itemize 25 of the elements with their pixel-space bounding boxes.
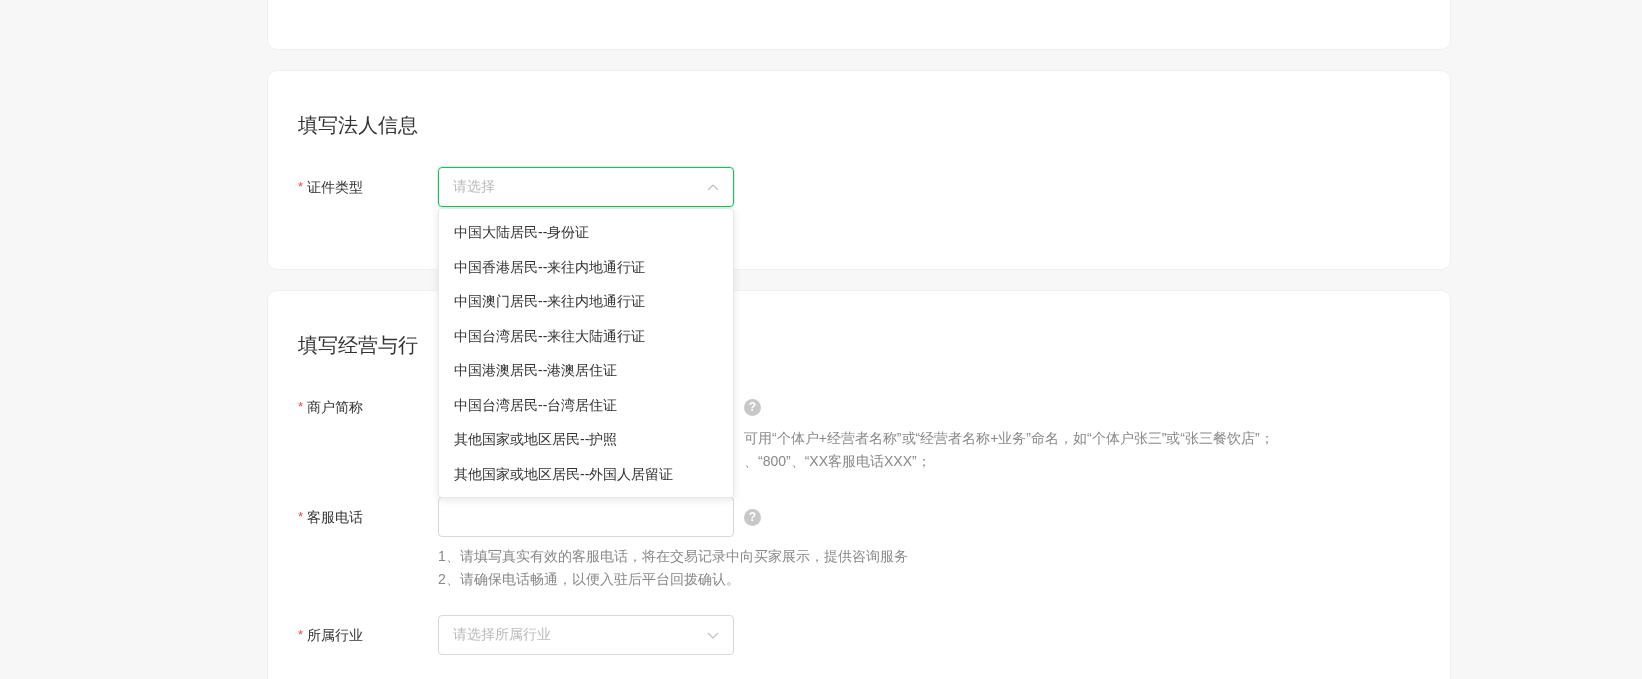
required-mark: * <box>298 626 304 644</box>
required-mark: * <box>298 508 304 526</box>
hint-text: 可用“个体户+经营者名称”或“经营者名称+业务”命名，如“个体户张三”或“张三餐饮店”； <box>744 429 1274 448</box>
hint-text: 1、请填写真实有效的客服电话，将在交易记录中向买家展示，提供咨询服务 <box>438 547 908 566</box>
dropdown-option[interactable]: 中国台湾居民--来往大陆通行证 <box>439 318 733 353</box>
hint-text: 、“800”、“XX客服电话XXX”； <box>744 452 932 471</box>
dropdown-option[interactable]: 中国澳门居民--来往内地通行证 <box>439 284 733 319</box>
field-label-text: 商户简称 <box>307 398 364 417</box>
dropdown-option[interactable]: 其他国家或地区居民--外国人居留证 <box>439 456 733 491</box>
chevron-up-icon <box>707 183 719 191</box>
section-title: 填写经营与行 <box>298 333 418 358</box>
chevron-down-icon <box>707 631 719 639</box>
section-title: 填写法人信息 <box>298 113 418 138</box>
hint-text: 2、请确保电话畅通，以便入驻后平台回拨确认。 <box>438 570 741 589</box>
field-label-text: 所属行业 <box>307 626 364 645</box>
dropdown-option[interactable]: 中国港澳居民--港澳居住证 <box>439 353 733 388</box>
field-label-text: 证件类型 <box>307 178 364 197</box>
input-field[interactable] <box>438 497 734 537</box>
dropdown-option[interactable]: 中国香港居民--来往内地通行证 <box>439 249 733 284</box>
field-label-text: 客服电话 <box>307 508 364 527</box>
required-mark: * <box>298 398 304 416</box>
dropdown-option[interactable]: 中国台湾居民--台湾居住证 <box>439 387 733 422</box>
dropdown-option[interactable]: 其他国家或地区居民--护照 <box>439 422 733 457</box>
required-mark: * <box>298 178 304 196</box>
dropdown-option[interactable]: 中国大陆居民--身份证 <box>439 215 733 250</box>
